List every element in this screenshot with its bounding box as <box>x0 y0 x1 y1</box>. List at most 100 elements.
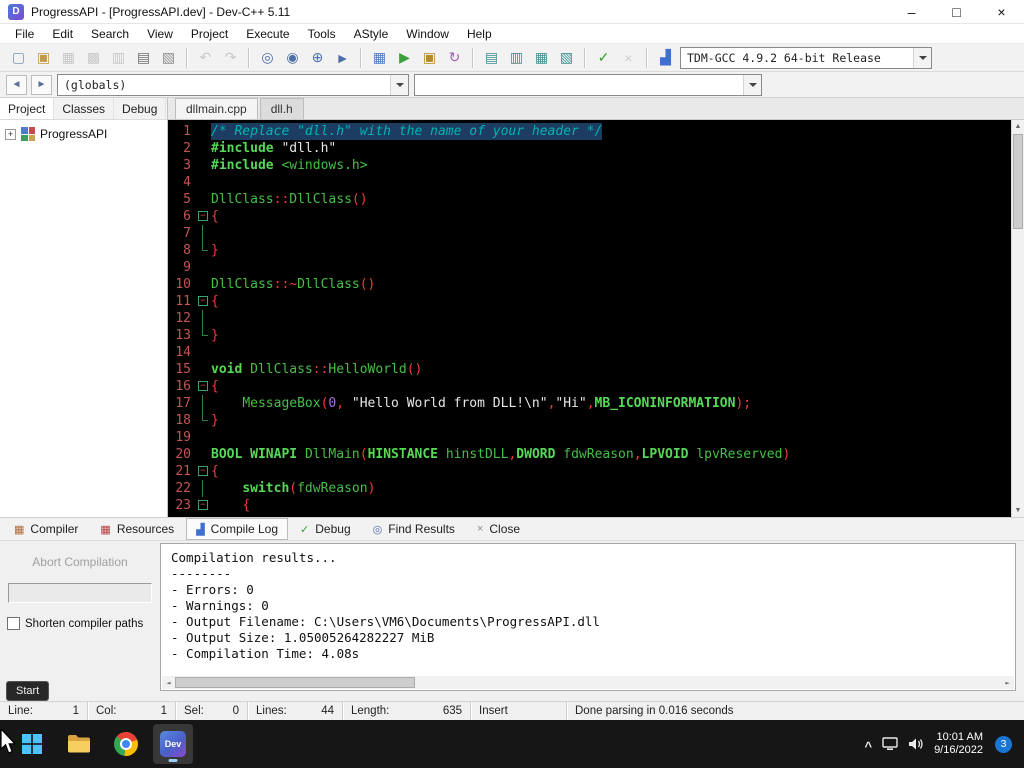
toggle-report-view-icon[interactable]: ▥ <box>504 46 529 70</box>
fold-collapse-icon[interactable]: − <box>198 381 208 391</box>
maximize-button[interactable]: □ <box>934 0 979 24</box>
code-line[interactable]: 18} <box>168 412 1024 429</box>
compile-icon[interactable]: ▦ <box>367 46 392 70</box>
scroll-right-icon[interactable]: ► <box>1001 676 1014 689</box>
format-astyle-icon[interactable]: ✓ <box>591 46 616 70</box>
fold-collapse-icon[interactable]: − <box>198 211 208 221</box>
code-line[interactable]: 12 <box>168 310 1024 327</box>
scroll-thumb[interactable] <box>1013 134 1023 229</box>
menu-project[interactable]: Project <box>182 25 237 43</box>
code-line[interactable]: 2 #include "dll.h" <box>168 140 1024 157</box>
code-line[interactable]: 11−{ <box>168 293 1024 310</box>
menu-help[interactable]: Help <box>458 25 501 43</box>
compile-log-output[interactable]: Compilation results... -------- - Errors: … <box>160 543 1016 691</box>
tab-project[interactable]: Project <box>0 98 55 119</box>
devcpp-taskbar-button[interactable]: Dev <box>153 724 193 764</box>
file-tab-dll-h[interactable]: dll.h <box>259 98 304 119</box>
code-line[interactable]: 17 MessageBox(0, "Hello World from DLL!\… <box>168 395 1024 412</box>
split-window-icon[interactable]: ▦ <box>529 46 554 70</box>
tree-item-progressapi[interactable]: + ProgressAPI <box>5 127 162 141</box>
code-line[interactable]: 19 <box>168 429 1024 446</box>
hscroll-thumb[interactable] <box>175 677 415 688</box>
menu-edit[interactable]: Edit <box>43 25 82 43</box>
menu-window[interactable]: Window <box>397 25 458 43</box>
menu-view[interactable]: View <box>138 25 182 43</box>
tab-compile-log[interactable]: ▟ Compile Log <box>186 518 289 540</box>
code-line[interactable]: 20 BOOL WINAPI DllMain(HINSTANCE hinstDLL… <box>168 446 1024 463</box>
code-line[interactable]: 23− { <box>168 497 1024 514</box>
menu-astyle[interactable]: AStyle <box>345 25 398 43</box>
code-line[interactable]: 8} <box>168 242 1024 259</box>
scroll-down-icon[interactable]: ▼ <box>1012 504 1024 517</box>
code-line[interactable]: 3 #include <windows.h> <box>168 157 1024 174</box>
fold-collapse-icon[interactable]: − <box>198 466 208 476</box>
code-line[interactable]: 13} <box>168 327 1024 344</box>
file-explorer-button[interactable] <box>59 724 99 764</box>
log-hscrollbar[interactable]: ◄ ► <box>162 676 1014 689</box>
goto-declaration-icon[interactable]: ◄ <box>6 74 27 95</box>
code-line[interactable]: 9 <box>168 259 1024 276</box>
shorten-paths-option[interactable]: Shorten compiler paths <box>6 617 154 630</box>
new-source-icon[interactable]: ▢ <box>6 46 31 70</box>
open-project-icon[interactable]: ▣ <box>31 46 56 70</box>
toggle-project-view-icon[interactable]: ▤ <box>479 46 504 70</box>
profile-analysis-icon[interactable]: ▟ <box>653 46 678 70</box>
code-line[interactable]: 5 DllClass::DllClass() <box>168 191 1024 208</box>
menu-search[interactable]: Search <box>82 25 138 43</box>
compile-run-icon[interactable]: ▣ <box>417 46 442 70</box>
hidden-icons-chevron[interactable]: ^ <box>864 739 872 754</box>
scroll-up-icon[interactable]: ▲ <box>1012 120 1024 133</box>
tab-debug[interactable]: Debug <box>114 98 167 119</box>
globals-select[interactable]: (globals) <box>57 73 409 96</box>
expand-icon[interactable]: + <box>5 128 16 140</box>
code-line[interactable]: 16−{ <box>168 378 1024 395</box>
code-line[interactable]: 7 <box>168 225 1024 242</box>
fold-collapse-icon[interactable]: − <box>198 296 208 306</box>
code-editor[interactable]: 1 /* Replace "dll.h" with the name of you… <box>168 120 1024 517</box>
tab-classes[interactable]: Classes <box>54 98 115 119</box>
tab-compiler[interactable]: ▦ Compiler <box>4 518 88 540</box>
volume-icon[interactable] <box>908 737 924 751</box>
replace-icon[interactable]: ◉ <box>280 46 305 70</box>
start-button[interactable] <box>12 724 52 764</box>
code-line[interactable]: 10 DllClass::~DllClass() <box>168 276 1024 293</box>
members-select[interactable] <box>414 73 762 96</box>
menu-tools[interactable]: Tools <box>299 25 345 43</box>
goto-line-icon[interactable]: ► <box>330 46 355 70</box>
checkbox-icon[interactable] <box>7 617 20 630</box>
print-setup-icon[interactable]: ▧ <box>156 46 181 70</box>
rebuild-icon[interactable]: ↻ <box>442 46 467 70</box>
chevron-down-icon[interactable] <box>390 74 408 95</box>
menu-execute[interactable]: Execute <box>237 25 298 43</box>
editor-vscrollbar[interactable]: ▲ ▼ <box>1011 120 1024 517</box>
code-line[interactable]: 15 void DllClass::HelloWorld() <box>168 361 1024 378</box>
code-line[interactable]: 21−{ <box>168 463 1024 480</box>
code-line[interactable]: 6−{ <box>168 208 1024 225</box>
fold-collapse-icon[interactable]: − <box>198 500 208 510</box>
scroll-left-icon[interactable]: ◄ <box>162 676 175 689</box>
find-icon[interactable]: ◎ <box>255 46 280 70</box>
code-line[interactable]: 1 /* Replace "dll.h" with the name of you… <box>168 123 1024 140</box>
code-line[interactable]: 4 <box>168 174 1024 191</box>
taskbar-clock[interactable]: 10:01 AM 9/16/2022 <box>934 731 983 758</box>
menu-file[interactable]: File <box>6 25 43 43</box>
tab-find-results[interactable]: ◎ Find Results <box>363 518 465 540</box>
goto-definition-icon[interactable]: ► <box>31 74 52 95</box>
code-line[interactable]: 14 <box>168 344 1024 361</box>
minimize-button[interactable]: – <box>889 0 934 24</box>
print-icon[interactable]: ▤ <box>131 46 156 70</box>
fullscreen-icon[interactable]: ▧ <box>554 46 579 70</box>
network-icon[interactable] <box>882 737 898 751</box>
find-next-icon[interactable]: ⊕ <box>305 46 330 70</box>
close-button[interactable]: × <box>979 0 1024 24</box>
chrome-button[interactable] <box>106 724 146 764</box>
run-icon[interactable]: ▶ <box>392 46 417 70</box>
chevron-down-icon[interactable] <box>913 47 931 68</box>
notification-badge[interactable]: 3 <box>995 735 1012 753</box>
chevron-down-icon[interactable] <box>743 74 761 95</box>
tab-resources[interactable]: ▦ Resources <box>90 518 184 540</box>
compiler-select[interactable]: TDM-GCC 4.9.2 64-bit Release <box>680 46 932 69</box>
tab-close[interactable]: × Close <box>467 518 530 540</box>
file-tab-dllmain-cpp[interactable]: dllmain.cpp <box>175 98 258 119</box>
tab-debug[interactable]: ✓ Debug <box>290 518 361 540</box>
